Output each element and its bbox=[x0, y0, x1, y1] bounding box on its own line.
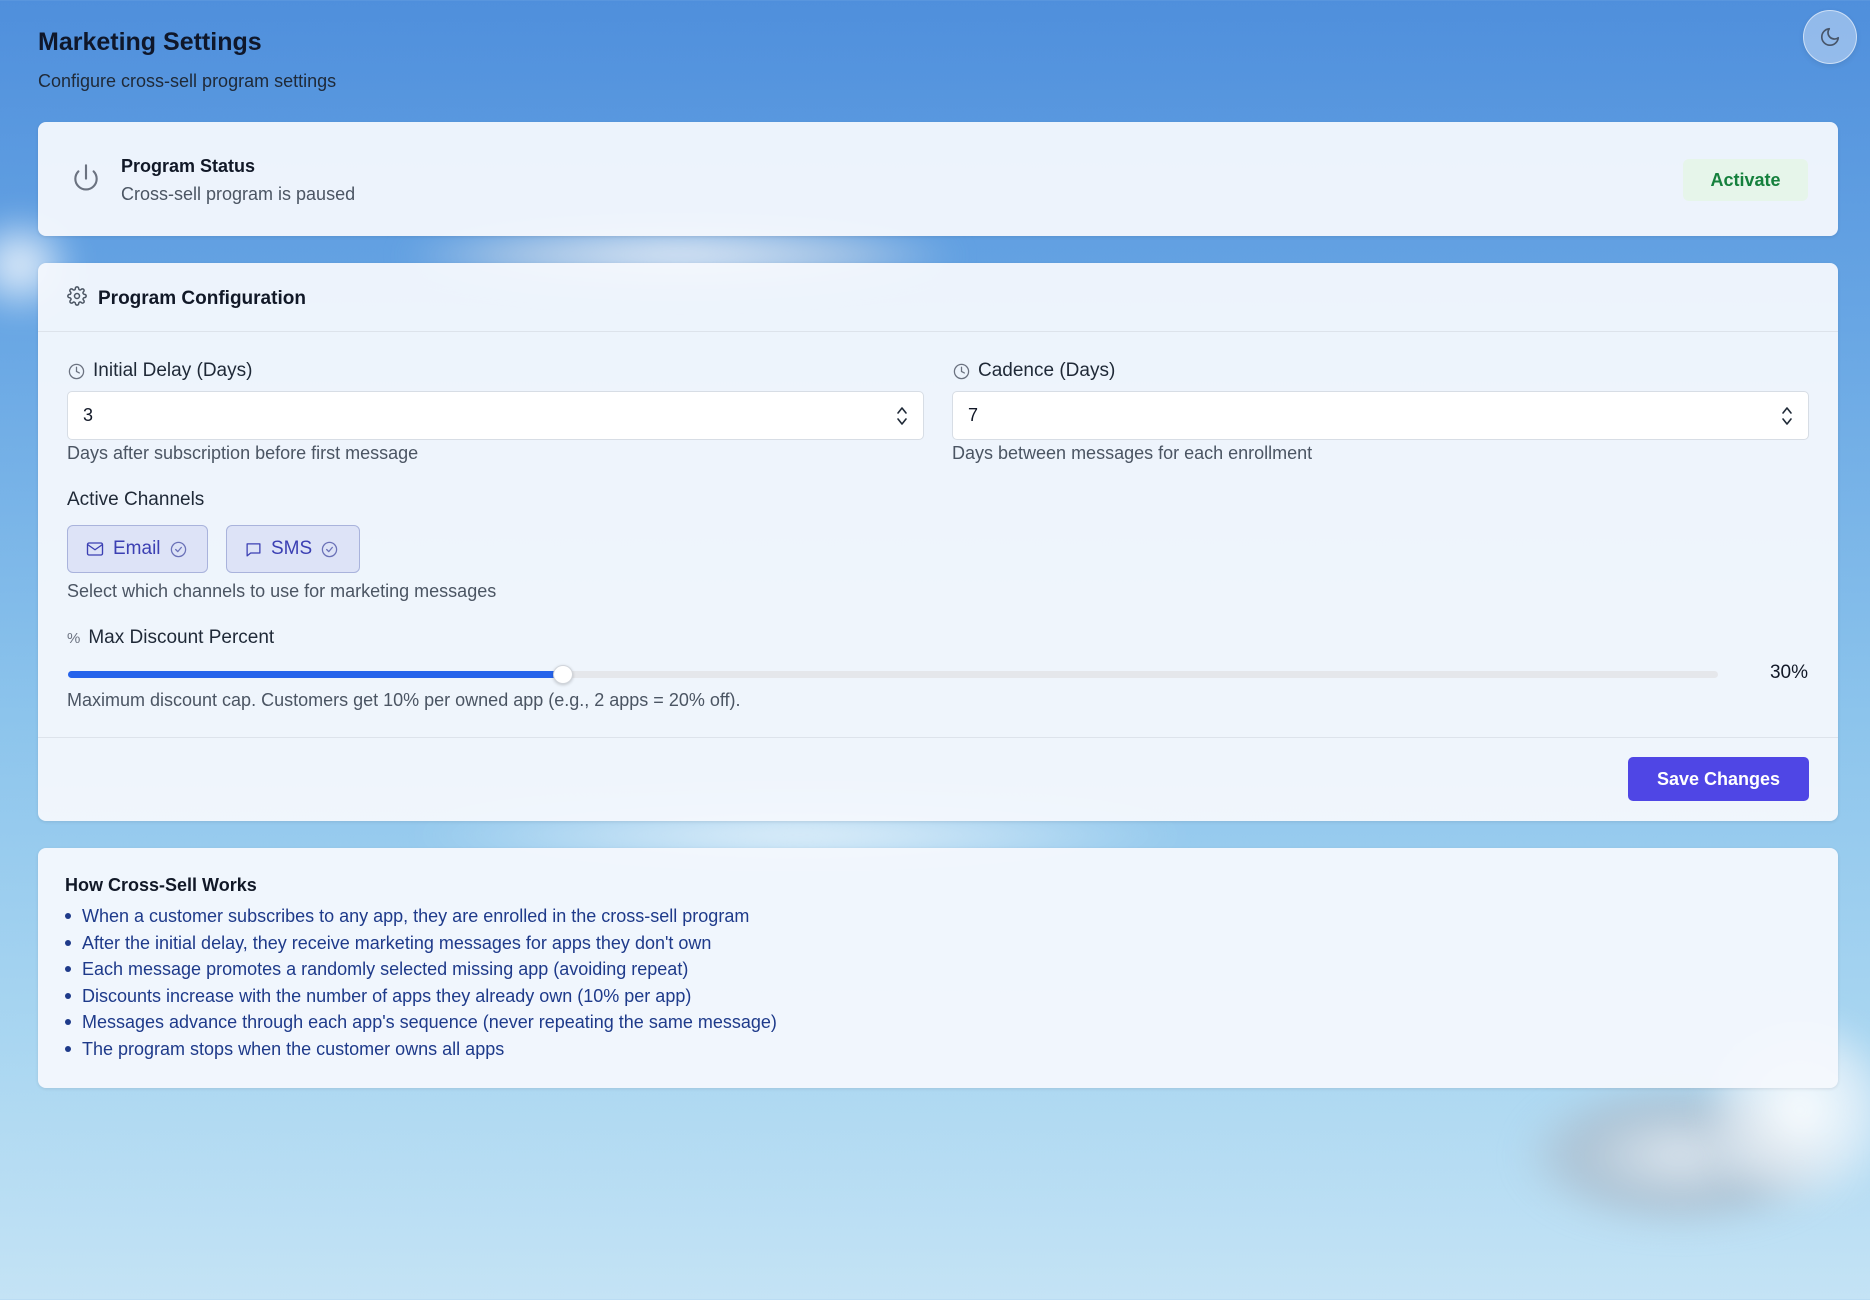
max-discount-slider[interactable] bbox=[68, 665, 1718, 684]
slider-fill bbox=[68, 671, 563, 678]
list-item: When a customer subscribes to any app, t… bbox=[65, 903, 777, 930]
page-header: Marketing Settings Configure cross-sell … bbox=[38, 28, 336, 92]
how-title: How Cross-Sell Works bbox=[65, 875, 257, 895]
list-item: Messages advance through each app's sequ… bbox=[65, 1009, 777, 1036]
check-circle-icon bbox=[321, 541, 338, 557]
clock-icon bbox=[953, 363, 970, 379]
save-changes-button[interactable]: Save Changes bbox=[1628, 757, 1809, 801]
gear-icon bbox=[67, 286, 87, 306]
divider bbox=[38, 737, 1838, 738]
stepper-icon[interactable] bbox=[1781, 405, 1793, 427]
active-channels-label-text: Active Channels bbox=[67, 489, 205, 510]
percent-icon: % bbox=[67, 629, 81, 647]
message-icon bbox=[246, 542, 261, 557]
cadence-value: 7 bbox=[968, 405, 979, 425]
list-item: The program stops when the customer owns… bbox=[65, 1036, 777, 1063]
configuration-title: Program Configuration bbox=[98, 288, 306, 309]
page-subtitle: Configure cross-sell program settings bbox=[38, 71, 337, 91]
program-configuration-card: Program Configuration Initial Delay (Day… bbox=[38, 263, 1838, 821]
how-list: When a customer subscribes to any app, t… bbox=[65, 903, 777, 1063]
max-discount-label: % Max Discount Percent bbox=[67, 627, 274, 649]
program-status-card: Program Status Cross-sell program is pau… bbox=[38, 122, 1838, 236]
how-cross-sell-works-card: How Cross-Sell Works When a customer sub… bbox=[38, 848, 1838, 1088]
moon-icon bbox=[1820, 27, 1840, 47]
list-item: Each message promotes a randomly selecte… bbox=[65, 956, 777, 983]
cadence-label-text: Cadence (Days) bbox=[978, 360, 1116, 381]
max-discount-value: 30% bbox=[1769, 662, 1808, 683]
initial-delay-input[interactable]: 3 bbox=[67, 391, 924, 440]
initial-delay-label: Initial Delay (Days) bbox=[68, 360, 252, 382]
slider-thumb[interactable] bbox=[553, 665, 573, 684]
channel-email-label: Email bbox=[113, 538, 161, 559]
clock-icon bbox=[68, 363, 85, 379]
cadence-hint: Days between messages for each enrollmen… bbox=[952, 443, 1313, 463]
cadence-label: Cadence (Days) bbox=[953, 360, 1115, 382]
configuration-header: Program Configuration bbox=[38, 263, 1838, 332]
page-title: Marketing Settings bbox=[38, 28, 262, 56]
list-item: After the initial delay, they receive ma… bbox=[65, 930, 777, 957]
program-status-text: Cross-sell program is paused bbox=[121, 184, 356, 204]
channel-sms-label: SMS bbox=[271, 538, 313, 559]
initial-delay-hint: Days after subscription before first mes… bbox=[67, 443, 419, 463]
stepper-icon[interactable] bbox=[896, 405, 908, 427]
active-channels-hint: Select which channels to use for marketi… bbox=[67, 581, 497, 601]
check-circle-icon bbox=[170, 541, 186, 557]
initial-delay-value: 3 bbox=[83, 405, 94, 425]
channel-email-toggle[interactable]: Email bbox=[67, 525, 208, 573]
mail-icon bbox=[86, 542, 104, 556]
theme-toggle-button[interactable] bbox=[1803, 10, 1857, 64]
max-discount-label-text: Max Discount Percent bbox=[88, 627, 275, 648]
cadence-input[interactable]: 7 bbox=[952, 391, 1809, 440]
power-icon bbox=[74, 164, 98, 191]
active-channels-label: Active Channels bbox=[67, 489, 204, 511]
activate-button[interactable]: Activate bbox=[1683, 159, 1808, 201]
max-discount-hint: Maximum discount cap. Customers get 10% … bbox=[67, 690, 741, 710]
channel-sms-toggle[interactable]: SMS bbox=[226, 525, 360, 573]
list-item: Discounts increase with the number of ap… bbox=[65, 983, 777, 1010]
program-status-title: Program Status bbox=[121, 156, 256, 176]
initial-delay-label-text: Initial Delay (Days) bbox=[93, 360, 253, 381]
